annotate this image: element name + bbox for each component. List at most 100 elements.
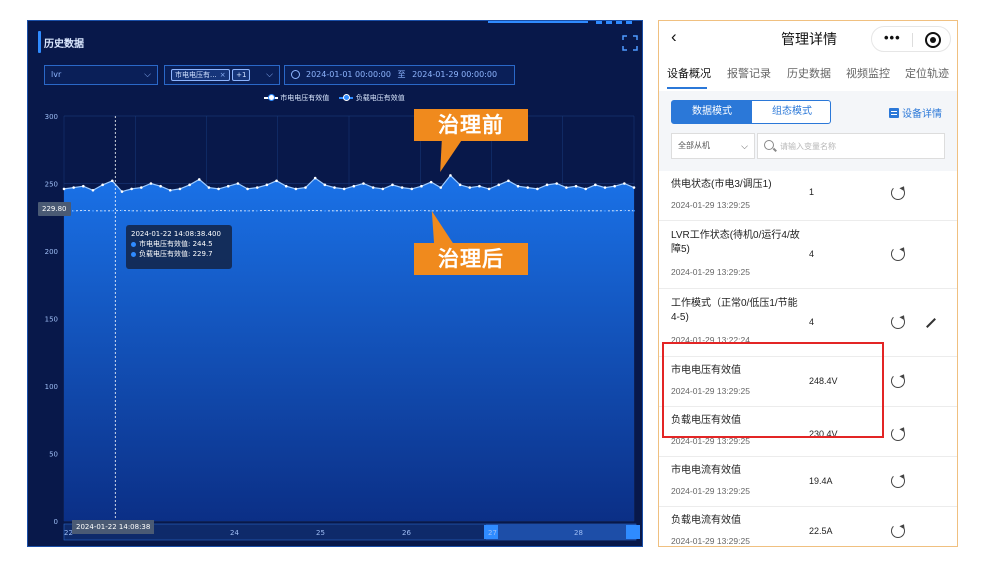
- legend-label-mains: 市电电压有效值: [280, 94, 330, 102]
- y-tick-label: 0: [54, 518, 58, 526]
- variable-time: 2024-01-29 13:22:24: [671, 335, 750, 345]
- point-mains-voltage: [391, 183, 394, 187]
- edit-pencil-icon[interactable]: [926, 318, 936, 328]
- tab-history[interactable]: 历史数据: [787, 65, 831, 81]
- point-load-voltage: [575, 210, 577, 212]
- y-tick-label: 250: [45, 181, 58, 189]
- point-mains-voltage: [159, 184, 162, 188]
- point-load-voltage: [459, 210, 462, 212]
- dashboard-title: 历史数据: [44, 39, 84, 50]
- point-load-voltage: [140, 210, 143, 212]
- refresh-icon[interactable]: [891, 427, 905, 441]
- config-mode-button[interactable]: 组态模式: [752, 101, 832, 123]
- tooltip-time: 2024-01-22 14:08:38.400: [131, 230, 221, 238]
- slider-tick-label: 27: [488, 529, 497, 537]
- list-item: 供电状态(市电3/调压1) 2024-01-29 13:29:25 1: [659, 171, 957, 221]
- refresh-icon[interactable]: [891, 186, 905, 200]
- refresh-icon[interactable]: [891, 247, 905, 261]
- refresh-icon[interactable]: [891, 315, 905, 329]
- variable-name: 供电状态(市电3/调压1): [671, 179, 772, 190]
- point-load-voltage: [555, 209, 558, 212]
- list-item: 工作模式（正常0/低压1/节能4-5) 2024-01-29 13:22:24 …: [659, 289, 957, 357]
- point-mains-voltage: [574, 184, 578, 188]
- point-mains-voltage: [400, 186, 404, 189]
- point-mains-voltage: [120, 190, 124, 193]
- point-mains-voltage: [410, 187, 414, 191]
- point-mains-voltage: [72, 186, 75, 189]
- more-icon[interactable]: •••: [884, 30, 901, 45]
- point-load-voltage: [410, 209, 413, 212]
- legend-marker-white: [264, 94, 278, 101]
- point-load-voltage: [246, 210, 249, 212]
- variable-value: 248.4V: [809, 376, 838, 386]
- point-load-voltage: [188, 209, 191, 212]
- point-mains-voltage: [429, 180, 433, 184]
- data-mode-button[interactable]: 数据模式: [672, 101, 752, 123]
- refresh-icon[interactable]: [891, 374, 905, 388]
- series-select[interactable]: 市电电压有... × +1 ⌵: [164, 65, 280, 85]
- close-target-icon[interactable]: [925, 32, 941, 48]
- date-range-picker[interactable]: 2024-01-01 00:00:00 至 2024-01-29 00:00:0…: [284, 65, 515, 85]
- point-mains-voltage: [82, 184, 85, 188]
- point-load-voltage: [352, 210, 355, 212]
- point-load-voltage: [594, 209, 597, 212]
- device-select[interactable]: lvr ⌵: [44, 65, 158, 85]
- tab-tracking[interactable]: 定位轨迹: [905, 65, 949, 81]
- point-load-voltage: [517, 209, 519, 212]
- point-load-voltage: [179, 210, 181, 212]
- point-load-voltage: [623, 209, 626, 212]
- legend-item-mains[interactable]: 市电电压有效值: [264, 93, 329, 103]
- tooltip-dot: [131, 241, 136, 247]
- clock-icon: [291, 70, 300, 79]
- point-load-voltage: [256, 209, 259, 212]
- list-item: 市电电压有效值 2024-01-29 13:29:25 248.4V: [659, 357, 957, 407]
- variable-name: 市电电流有效值: [671, 465, 741, 476]
- point-mains-voltage: [478, 184, 481, 188]
- point-load-voltage: [227, 209, 230, 212]
- tab-alarms[interactable]: 报警记录: [727, 65, 771, 81]
- point-load-voltage: [217, 209, 220, 212]
- variable-value: 230.4V: [809, 429, 838, 439]
- date-end: 2024-01-29 00:00:00: [412, 70, 498, 79]
- point-mains-voltage: [275, 179, 278, 183]
- point-mains-voltage: [449, 174, 452, 177]
- refresh-icon[interactable]: [891, 524, 905, 538]
- point-load-voltage: [584, 209, 587, 212]
- refresh-icon[interactable]: [891, 474, 905, 488]
- point-load-voltage: [372, 209, 375, 212]
- legend-marker-blue: [339, 94, 354, 101]
- variable-time: 2024-01-29 13:29:25: [671, 486, 750, 496]
- slider-tick-label: 25: [316, 529, 325, 537]
- mode-switch: 数据模式 组态模式: [671, 100, 831, 124]
- variable-value: 4: [809, 317, 815, 327]
- variable-time: 2024-01-29 13:29:25: [671, 386, 750, 396]
- point-mains-voltage: [584, 187, 587, 191]
- point-mains-voltage: [352, 184, 356, 188]
- history-dashboard: 300 250 200 150 100 50 0 22 24 25 26 27 28 历史数据 lvr …: [27, 20, 643, 547]
- point-load-voltage: [391, 210, 394, 212]
- tab-video[interactable]: 视频监控: [846, 65, 890, 81]
- point-mains-voltage: [342, 187, 346, 191]
- point-mains-voltage: [362, 182, 365, 185]
- slider-tick-label: 24: [230, 529, 239, 537]
- search-input[interactable]: [780, 137, 940, 155]
- variable-search: [757, 133, 945, 159]
- tag-close-icon[interactable]: ×: [220, 71, 226, 79]
- point-mains-voltage: [294, 187, 298, 191]
- device-detail-link[interactable]: 设备详情: [889, 105, 942, 120]
- variable-name: 负载电流有效值: [671, 515, 741, 526]
- point-load-voltage: [381, 209, 384, 212]
- tab-overview[interactable]: 设备概况: [667, 65, 711, 81]
- series-tag[interactable]: 市电电压有... ×: [171, 68, 230, 81]
- point-mains-voltage: [632, 186, 636, 189]
- point-load-voltage: [613, 209, 616, 212]
- tooltip-line-mains: 市电电压有效值: 244.5: [139, 240, 213, 248]
- legend-item-load[interactable]: 负载电压有效值: [339, 93, 405, 103]
- point-load-voltage: [121, 209, 123, 212]
- fullscreen-icon[interactable]: [622, 35, 638, 51]
- chart-tooltip: 2024-01-22 14:08:38.400 市电电压有效值: 244.5 负…: [126, 225, 232, 269]
- point-load-voltage: [92, 209, 94, 212]
- callout-before: 治理前: [414, 109, 528, 141]
- slave-filter-select[interactable]: 全部从机 ⌵: [671, 133, 755, 159]
- tooltip-line-load: 负载电压有效值: 229.7: [139, 250, 213, 258]
